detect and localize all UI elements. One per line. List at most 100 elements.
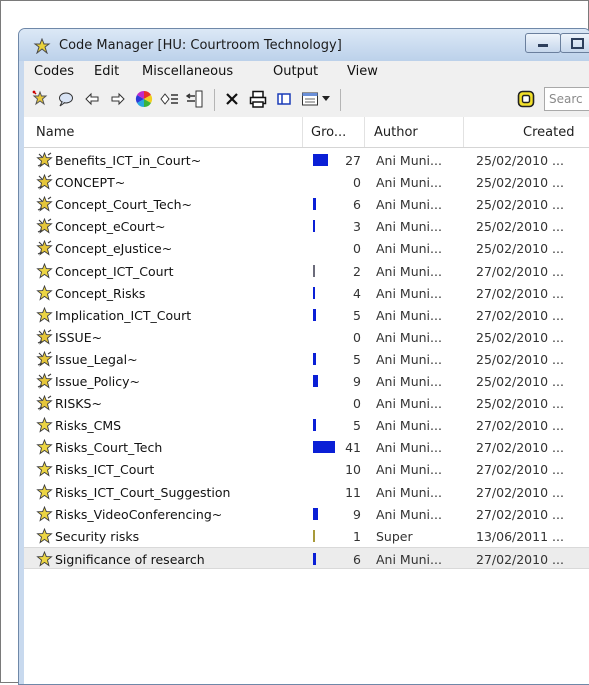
table-row[interactable]: Benefits_ICT_in_Court~ 27 Ani Muni... 25/02…: [24, 149, 589, 171]
code-name: Concept_eCourt~: [55, 219, 166, 235]
search-input[interactable]: Searc: [544, 87, 589, 111]
code-name: Risks_Court_Tech: [55, 440, 163, 456]
single-pane-button[interactable]: [274, 89, 294, 109]
table-row[interactable]: Risks_VideoConferencing~ 9 Ani Muni... 27/0…: [24, 503, 589, 525]
author-cell: Ani Muni...: [376, 241, 442, 257]
author-cell: Ani Muni...: [376, 396, 442, 412]
code-name: Significance of research: [55, 551, 205, 567]
created-cell: 27/02/2010 ...: [476, 506, 564, 522]
code-name: Issue_Policy~: [55, 374, 141, 389]
created-cell: 25/02/2010 ...: [476, 197, 564, 213]
maximize-button[interactable]: [560, 33, 589, 53]
menu-output[interactable]: Output: [273, 64, 318, 79]
table-row[interactable]: ISSUE~ 0 Ani Muni... 25/02/2010 ...: [24, 326, 589, 348]
created-cell: 13/06/2011 ...: [476, 528, 564, 544]
column-divider: [302, 117, 303, 147]
code-manager-icon: [33, 38, 51, 54]
groundedness-bar: [313, 507, 318, 520]
column-header-groundedness[interactable]: Gro...: [311, 125, 346, 140]
code-name: Security risks: [55, 528, 140, 544]
created-cell: 25/02/2010 ...: [476, 241, 564, 257]
groundedness-count: 5: [353, 307, 361, 323]
window-title: Code Manager [HU: Courtroom Technology]: [59, 38, 342, 53]
code-manager-window: Code Manager [HU: Courtroom Technology] …: [18, 28, 589, 685]
table-row[interactable]: Implication_ICT_Court 5 Ani Muni... 27/02/2…: [24, 304, 589, 326]
table-row[interactable]: Concept_eJustice~ 0 Ani Muni... 25/02/2010 …: [24, 237, 589, 259]
table-row[interactable]: CONCEPT~ 0 Ani Muni... 25/02/2010 ...: [24, 171, 589, 193]
comment-button[interactable]: [56, 89, 76, 109]
groundedness-bar: [313, 529, 315, 542]
menu-miscellaneous[interactable]: Miscellaneous: [142, 64, 233, 79]
code-family-icon: [36, 174, 53, 190]
list-header: Name Gro... Author Created: [24, 117, 589, 148]
table-row[interactable]: Risks_ICT_Court_Suggestion 11 Ani Muni... 2…: [24, 481, 589, 503]
groundedness-bar: [313, 308, 316, 321]
filter-button[interactable]: [516, 89, 536, 109]
created-cell: 27/02/2010 ...: [476, 418, 564, 434]
menu-edit[interactable]: Edit: [94, 64, 119, 79]
groundedness-count: 4: [353, 285, 361, 301]
created-cell: 25/02/2010 ...: [476, 351, 564, 367]
created-cell: 25/02/2010 ...: [476, 153, 564, 168]
created-cell: 25/02/2010 ...: [476, 374, 564, 389]
table-row[interactable]: Concept_ICT_Court 2 Ani Muni... 27/02/2010 …: [24, 260, 589, 282]
minimize-button[interactable]: [525, 33, 561, 53]
column-header-created[interactable]: Created: [523, 125, 574, 140]
column-divider: [364, 117, 365, 147]
minimize-icon: [538, 44, 548, 47]
table-row[interactable]: Risks_CMS 5 Ani Muni... 27/02/2010 ...: [24, 414, 589, 436]
author-cell: Ani Muni...: [376, 462, 442, 478]
table-row[interactable]: Significance of research 6 Ani Muni... 27/0…: [24, 546, 589, 569]
table-row[interactable]: Concept_eCourt~ 3 Ani Muni... 25/02/2010 ..…: [24, 215, 589, 237]
code-icon: [36, 483, 53, 500]
forward-button[interactable]: [108, 89, 128, 109]
merge-icon: [186, 90, 203, 108]
created-cell: 27/02/2010 ...: [476, 263, 564, 279]
delete-button[interactable]: [222, 89, 242, 109]
code-family-button[interactable]: [160, 89, 180, 109]
view-dropdown-button[interactable]: [320, 89, 332, 109]
print-icon: [249, 90, 267, 108]
table-row[interactable]: RISKS~ 0 Ani Muni... 25/02/2010 ...: [24, 392, 589, 414]
view-options-icon: [302, 92, 318, 106]
table-row[interactable]: Security risks 1 Super 13/06/2011 ...: [24, 525, 589, 547]
created-cell: 25/02/2010 ...: [476, 396, 564, 412]
code-name: Concept_Risks: [55, 285, 146, 301]
code-name: Risks_ICT_Court_Suggestion: [55, 484, 231, 500]
table-row[interactable]: Risks_Court_Tech 41 Ani Muni... 27/02/2010 …: [24, 436, 589, 458]
code-name: Concept_eJustice~: [55, 241, 173, 257]
color-button[interactable]: [134, 89, 154, 109]
author-cell: Ani Muni...: [376, 440, 442, 456]
table-row[interactable]: Issue_Policy~ 9 Ani Muni... 25/02/2010 ...: [24, 370, 589, 392]
back-button[interactable]: [82, 89, 102, 109]
groundedness-bar: [313, 264, 315, 277]
delete-icon: [226, 93, 238, 105]
table-row[interactable]: Issue_Legal~ 5 Ani Muni... 25/02/2010 ...: [24, 348, 589, 370]
new-code-button[interactable]: [30, 89, 50, 109]
table-row[interactable]: Concept_Risks 4 Ani Muni... 27/02/2010 ...: [24, 282, 589, 304]
comment-icon: [59, 92, 73, 107]
created-cell: 27/02/2010 ...: [476, 440, 564, 456]
toolbar-separator: [214, 89, 215, 111]
view-options-button[interactable]: [300, 89, 320, 109]
column-header-name[interactable]: Name: [36, 125, 74, 140]
code-name: ISSUE~: [55, 329, 103, 345]
code-family-icon: [36, 218, 53, 234]
merge-button[interactable]: [186, 89, 206, 109]
column-divider: [463, 117, 464, 147]
title-bar[interactable]: Code Manager [HU: Courtroom Technology]: [19, 29, 589, 61]
author-cell: Ani Muni...: [376, 551, 442, 567]
print-button[interactable]: [248, 89, 268, 109]
table-row[interactable]: Risks_ICT_Court 10 Ani Muni... 27/02/2010 .…: [24, 458, 589, 480]
menu-view[interactable]: View: [347, 64, 378, 79]
code-icon: [36, 461, 53, 477]
groundedness-count: 1: [353, 528, 361, 544]
groundedness-count: 6: [353, 197, 361, 213]
single-pane-icon: [277, 93, 291, 105]
groundedness-count: 2: [353, 263, 361, 279]
created-cell: 27/02/2010 ...: [476, 462, 564, 478]
column-header-author[interactable]: Author: [374, 125, 418, 140]
table-row[interactable]: Concept_Court_Tech~ 6 Ani Muni... 25/02/201…: [24, 193, 589, 215]
groundedness-bar: [313, 198, 316, 211]
menu-codes[interactable]: Codes: [34, 64, 74, 79]
